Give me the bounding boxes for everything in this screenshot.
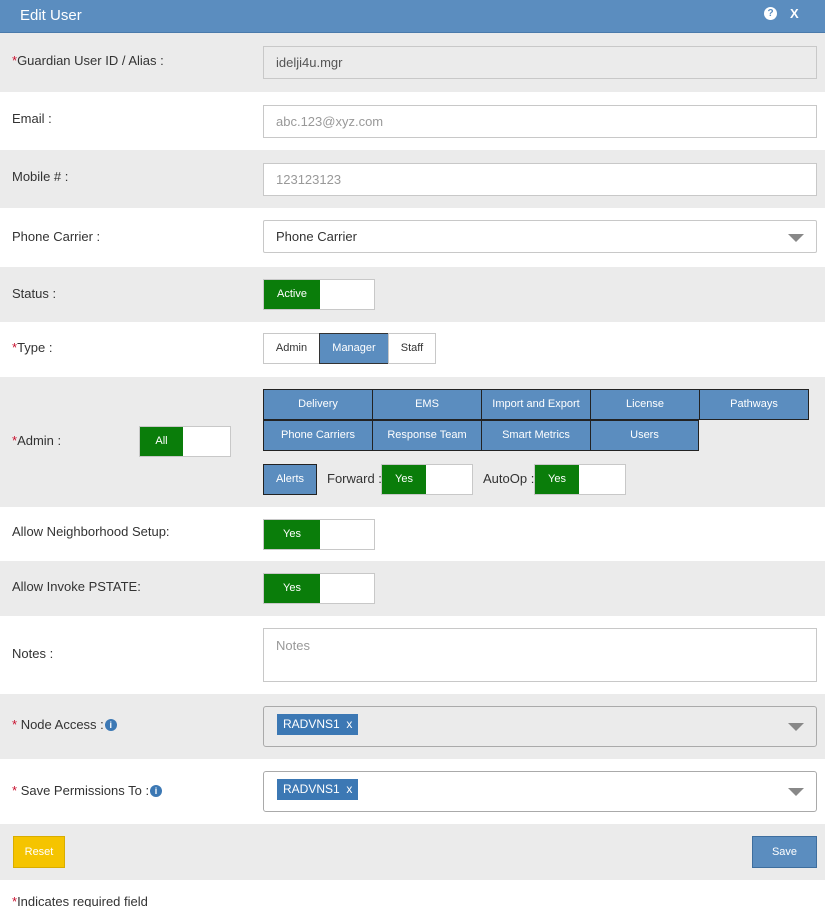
user-id-label: *Guardian User ID / Alias :: [12, 53, 164, 68]
status-toggle[interactable]: Active: [263, 279, 375, 310]
row-type: *Type : Admin Manager Staff: [0, 322, 825, 377]
pstate-toggle[interactable]: Yes: [263, 573, 375, 604]
mobile-field[interactable]: 123123123: [263, 163, 817, 196]
phone-carrier-label: Phone Carrier :: [12, 229, 101, 244]
node-access-tag: RADVNS1 x: [277, 714, 359, 735]
row-save-permissions: * Save Permissions To :i RADVNS1 x: [0, 759, 825, 824]
email-label: Email :: [12, 111, 52, 126]
save-permissions-tag: RADVNS1 x: [277, 779, 359, 800]
user-id-field: idelji4u.mgr: [263, 46, 817, 79]
node-access-select[interactable]: RADVNS1 x: [263, 706, 817, 747]
help-icon[interactable]: ?: [764, 7, 777, 20]
email-field[interactable]: abc.123@xyz.com: [263, 105, 817, 138]
node-access-label: * Node Access :i: [12, 717, 117, 732]
permission-users[interactable]: Users: [590, 420, 699, 451]
row-status: Status : Active: [0, 267, 825, 322]
pstate-label: Allow Invoke PSTATE:: [12, 579, 141, 594]
required-asterisk: *: [12, 717, 18, 732]
alerts-button[interactable]: Alerts: [263, 464, 317, 495]
permission-smart-metrics[interactable]: Smart Metrics: [481, 420, 591, 451]
neighborhood-toggle-on: Yes: [264, 520, 320, 549]
permission-license[interactable]: License: [590, 389, 700, 420]
row-phone-carrier: Phone Carrier : Phone Carrier: [0, 208, 825, 267]
autoop-label: AutoOp :: [483, 471, 535, 486]
row-pstate: Allow Invoke PSTATE: Yes: [0, 561, 825, 616]
type-label: *Type :: [12, 340, 53, 355]
tag-remove-icon[interactable]: x: [346, 782, 352, 796]
save-button[interactable]: Save: [752, 836, 817, 868]
dialog-title: Edit User: [20, 7, 82, 24]
caret-down-icon: [788, 234, 804, 242]
caret-down-icon: [788, 788, 804, 796]
required-asterisk: *: [12, 783, 18, 798]
row-admin: *Admin : All Delivery EMS Import and Exp…: [0, 377, 825, 507]
row-actions: Reset Save: [0, 824, 825, 880]
mobile-label: Mobile # :: [12, 169, 69, 184]
required-note: *Indicates required field: [12, 894, 148, 907]
notes-textarea[interactable]: Notes: [263, 628, 817, 682]
tag-remove-icon[interactable]: x: [346, 717, 352, 731]
row-neighborhood: Allow Neighborhood Setup: Yes: [0, 507, 825, 561]
caret-down-icon: [788, 723, 804, 731]
dialog-header: Edit User ? X: [0, 0, 825, 33]
notes-label: Notes :: [12, 646, 54, 661]
info-circle-icon[interactable]: i: [150, 785, 163, 797]
neighborhood-toggle[interactable]: Yes: [263, 519, 375, 550]
permission-response-team[interactable]: Response Team: [372, 420, 482, 451]
type-option-manager[interactable]: Manager: [319, 333, 389, 364]
phone-carrier-select[interactable]: Phone Carrier: [263, 220, 817, 253]
row-mobile: Mobile # : 123123123: [0, 150, 825, 208]
save-permissions-label: * Save Permissions To :i: [12, 783, 163, 798]
admin-all-toggle-on: All: [140, 427, 183, 456]
close-button[interactable]: X: [790, 6, 799, 21]
type-option-admin[interactable]: Admin: [263, 333, 320, 364]
row-notes: Notes : Notes: [0, 616, 825, 694]
admin-label: *Admin :: [12, 433, 62, 448]
permission-delivery[interactable]: Delivery: [263, 389, 373, 420]
info-circle-icon[interactable]: i: [104, 719, 117, 731]
status-label: Status :: [12, 286, 57, 301]
permission-pathways[interactable]: Pathways: [699, 389, 809, 420]
row-email: Email : abc.123@xyz.com: [0, 92, 825, 150]
reset-button[interactable]: Reset: [13, 836, 65, 868]
save-permissions-select[interactable]: RADVNS1 x: [263, 771, 817, 812]
phone-carrier-value: Phone Carrier: [276, 229, 357, 244]
pstate-toggle-on: Yes: [264, 574, 320, 603]
row-node-access: * Node Access :i RADVNS1 x: [0, 694, 825, 759]
forward-toggle-on: Yes: [382, 465, 426, 494]
permission-ems[interactable]: EMS: [372, 389, 482, 420]
footer: *Indicates required field: [0, 880, 825, 907]
admin-all-toggle[interactable]: All: [139, 426, 231, 457]
neighborhood-label: Allow Neighborhood Setup:: [12, 524, 170, 539]
status-toggle-on: Active: [264, 280, 320, 309]
permission-phone-carriers[interactable]: Phone Carriers: [263, 420, 373, 451]
forward-toggle[interactable]: Yes: [381, 464, 473, 495]
forward-label: Forward :: [327, 471, 382, 486]
type-option-staff[interactable]: Staff: [388, 333, 436, 364]
autoop-toggle[interactable]: Yes: [534, 464, 626, 495]
autoop-toggle-on: Yes: [535, 465, 579, 494]
row-user-id: *Guardian User ID / Alias : idelji4u.mgr: [0, 33, 825, 92]
permission-import-export[interactable]: Import and Export: [481, 389, 591, 420]
